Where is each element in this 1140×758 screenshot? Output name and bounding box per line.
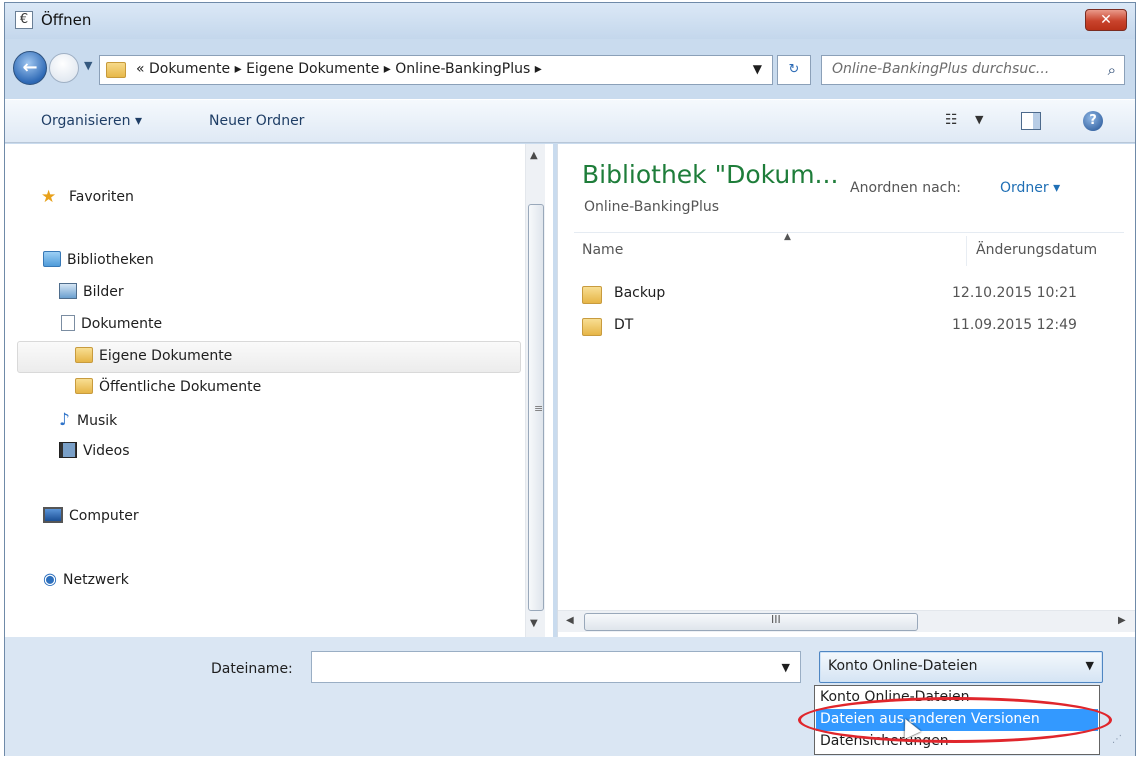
- tree-label: Musik: [77, 413, 118, 429]
- address-bar[interactable]: « Dokumente ▸ Eigene Dokumente ▸ Online-…: [99, 55, 773, 85]
- video-icon: [59, 442, 77, 458]
- tree-item-network[interactable]: ◉ Netzwerk: [43, 569, 129, 588]
- tree-label: Videos: [83, 443, 130, 459]
- list-item[interactable]: Backup 12.10.2015 10:21: [582, 284, 1122, 308]
- tree-item-pictures[interactable]: Bilder: [59, 283, 124, 300]
- chevron-down-icon[interactable]: ▼: [782, 661, 790, 674]
- tree-label: Netzwerk: [63, 572, 129, 588]
- computer-icon: [43, 507, 63, 523]
- music-icon: ♪: [59, 410, 70, 430]
- tree-label: Bilder: [83, 284, 124, 300]
- close-button[interactable]: ✕: [1085, 9, 1127, 31]
- column-header-date[interactable]: Änderungsdatum: [976, 242, 1097, 258]
- tree-label: Eigene Dokumente: [99, 348, 233, 364]
- tree-label: Bibliotheken: [67, 252, 154, 268]
- organize-button[interactable]: Organisieren ▾: [41, 113, 142, 129]
- navigation-pane: ★ Favoriten Bibliotheken Bilder Dokumente…: [5, 144, 553, 637]
- library-icon: [43, 251, 61, 267]
- tree-item-documents[interactable]: Dokumente: [61, 315, 162, 332]
- list-item[interactable]: DT 11.09.2015 12:49: [582, 316, 1122, 340]
- filename-field[interactable]: ▼: [311, 651, 801, 683]
- folder-icon: [75, 347, 93, 363]
- library-title: Bibliothek "Dokum...: [582, 160, 839, 189]
- header-divider: [574, 232, 1124, 233]
- folder-icon: [75, 378, 93, 394]
- tree-label: Computer: [69, 508, 139, 524]
- preview-pane-icon[interactable]: [1021, 112, 1041, 130]
- scroll-up-icon[interactable]: ▲: [530, 150, 538, 161]
- view-dropdown-icon[interactable]: ▼: [975, 113, 983, 126]
- view-options-icon[interactable]: ☷: [945, 112, 958, 128]
- file-name: DT: [614, 317, 634, 333]
- grip-icon: ≡: [534, 402, 544, 415]
- forward-button[interactable]: [49, 53, 79, 83]
- address-dropdown-icon[interactable]: ▼: [753, 62, 762, 76]
- tree-item-my-documents[interactable]: Eigene Dokumente: [75, 347, 232, 364]
- new-folder-button[interactable]: Neuer Ordner: [209, 113, 304, 129]
- library-subtitle: Online-BankingPlus: [584, 199, 720, 215]
- folder-icon: [582, 318, 602, 336]
- scroll-left-icon[interactable]: ◀: [566, 615, 574, 626]
- chevron-down-icon[interactable]: ▼: [1086, 659, 1094, 672]
- tree-label: Dokumente: [81, 316, 163, 332]
- filename-label: Dateiname:: [211, 661, 293, 677]
- command-toolbar: Organisieren ▾ Neuer Ordner ☷ ▼ ?: [5, 99, 1135, 143]
- help-icon[interactable]: ?: [1083, 111, 1103, 131]
- open-dialog: € Öffnen ✕ ← ▼ « Dokumente ▸ Eigene Doku…: [4, 2, 1136, 756]
- arrange-label: Anordnen nach:: [850, 180, 961, 196]
- file-list-pane: Bibliothek "Dokum... Online-BankingPlus …: [557, 144, 1135, 637]
- file-name: Backup: [614, 285, 666, 301]
- file-date: 12.10.2015 10:21: [952, 285, 1077, 301]
- search-placeholder: Online-BankingPlus durchsuc...: [832, 61, 1050, 77]
- tree-item-computer[interactable]: Computer: [43, 507, 139, 524]
- network-icon: ◉: [43, 569, 57, 588]
- tree-item-favorites[interactable]: ★ Favoriten: [41, 187, 134, 207]
- horizontal-scrollbar[interactable]: ◀ III ▶: [558, 610, 1135, 632]
- breadcrumb[interactable]: « Dokumente ▸ Eigene Dokumente ▸ Online-…: [136, 61, 542, 77]
- refresh-button[interactable]: ↻: [777, 55, 811, 85]
- search-input[interactable]: Online-BankingPlus durchsuc... ⌕: [821, 55, 1125, 85]
- history-dropdown-icon[interactable]: ▼: [84, 59, 92, 72]
- search-icon[interactable]: ⌕: [1108, 61, 1116, 79]
- column-header-name[interactable]: Name: [582, 242, 623, 258]
- tree-item-music[interactable]: ♪ Musik: [59, 410, 117, 430]
- tree-item-public-documents[interactable]: Öffentliche Dokumente: [75, 378, 261, 395]
- filetype-select[interactable]: Konto Online-Dateien ▼: [819, 651, 1103, 683]
- navigation-bar: ← ▼ « Dokumente ▸ Eigene Dokumente ▸ Onl…: [5, 41, 1135, 99]
- title-bar: € Öffnen ✕: [5, 3, 1135, 39]
- tree-label: Öffentliche Dokumente: [99, 379, 262, 395]
- pictures-icon: [59, 283, 77, 299]
- sort-ascending-icon: ▲: [784, 232, 791, 242]
- filetype-value: Konto Online-Dateien: [828, 658, 978, 674]
- highlight-annotation-ring: [798, 697, 1112, 743]
- scroll-thumb[interactable]: ≡: [528, 204, 544, 611]
- document-icon: [61, 315, 75, 331]
- column-divider[interactable]: [966, 236, 967, 266]
- resize-grip-icon[interactable]: ⋰: [1112, 734, 1122, 745]
- star-icon: ★: [41, 187, 57, 207]
- file-date: 11.09.2015 12:49: [952, 317, 1077, 333]
- window-title: Öffnen: [41, 11, 92, 29]
- vertical-scrollbar[interactable]: ▲ ≡ ▼: [525, 144, 545, 637]
- tree-label: Favoriten: [69, 189, 134, 205]
- scroll-right-icon[interactable]: ▶: [1118, 615, 1126, 626]
- tree-item-libraries[interactable]: Bibliotheken: [43, 251, 154, 268]
- scroll-thumb[interactable]: III: [584, 613, 918, 631]
- folder-icon: [582, 286, 602, 304]
- grip-label: III: [771, 613, 781, 626]
- app-icon: €: [15, 11, 33, 29]
- back-button[interactable]: ←: [13, 51, 47, 85]
- tree-item-videos[interactable]: Videos: [59, 442, 130, 459]
- scroll-down-icon[interactable]: ▼: [530, 618, 538, 629]
- arrange-dropdown[interactable]: Ordner ▾: [1000, 180, 1060, 196]
- folder-icon: [106, 62, 126, 78]
